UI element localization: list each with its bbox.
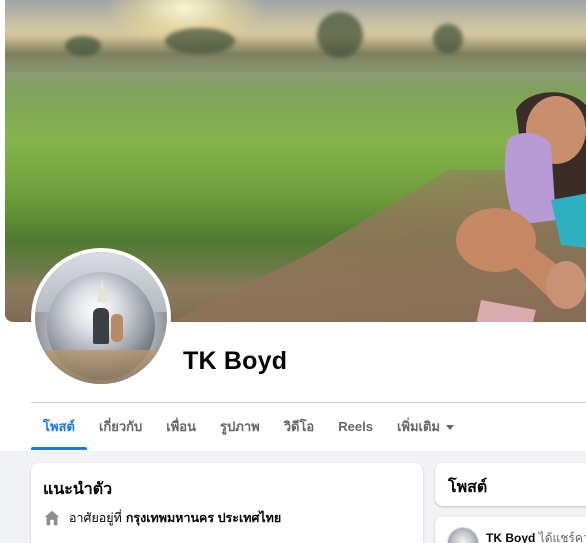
tab-videos[interactable]: วิดีโอ [272, 404, 327, 450]
tab-friends[interactable]: เพื่อน [154, 404, 208, 450]
posts-card: โพสต์ [435, 463, 586, 506]
tab-about[interactable]: เกี่ยวกับ [87, 404, 154, 450]
cover-tree [165, 28, 235, 54]
profile-name: TK Boyd [183, 347, 288, 375]
tabs-divider [31, 402, 586, 403]
intro-card: แนะนำตัว อาศัยอยู่ที่ กรุงเทพมหานคร ประเ… [31, 463, 423, 543]
home-icon [44, 510, 60, 526]
cover-tree [65, 36, 101, 56]
avatar-image [35, 252, 167, 384]
post-author-name[interactable]: TK Boyd [486, 531, 535, 543]
tab-photos[interactable]: รูปภาพ [208, 404, 272, 450]
post-card: TK Boyd ได้แชร์ความ [435, 517, 586, 543]
tab-more[interactable]: เพิ่มเติม [385, 404, 466, 450]
tab-posts[interactable]: โพสต์ [31, 404, 87, 450]
tab-reels[interactable]: Reels [326, 404, 385, 450]
post-author-avatar[interactable] [447, 527, 479, 543]
caret-down-icon [446, 425, 454, 431]
cover-child-figure [456, 92, 586, 322]
intro-title: แนะนำตัว [43, 481, 113, 498]
post-action-text: ได้แชร์ความ [538, 531, 586, 543]
cover-tree [433, 24, 463, 54]
lives-in-prefix: อาศัยอยู่ที่ [69, 511, 122, 525]
post-header: TK Boyd ได้แชร์ความ [486, 529, 586, 543]
posts-title: โพสต์ [448, 479, 488, 496]
cover-tree [317, 12, 363, 58]
lives-in-place[interactable]: กรุงเทพมหานคร ประเทศไทย [126, 508, 281, 528]
profile-tabs: โพสต์ เกี่ยวกับ เพื่อน รูปภาพ วิดีโอ Ree… [31, 404, 466, 450]
profile-avatar[interactable] [31, 248, 171, 388]
intro-lives-in: อาศัยอยู่ที่ กรุงเทพมหานคร ประเทศไทย [43, 508, 281, 528]
tab-more-label: เพิ่มเติม [396, 419, 440, 434]
